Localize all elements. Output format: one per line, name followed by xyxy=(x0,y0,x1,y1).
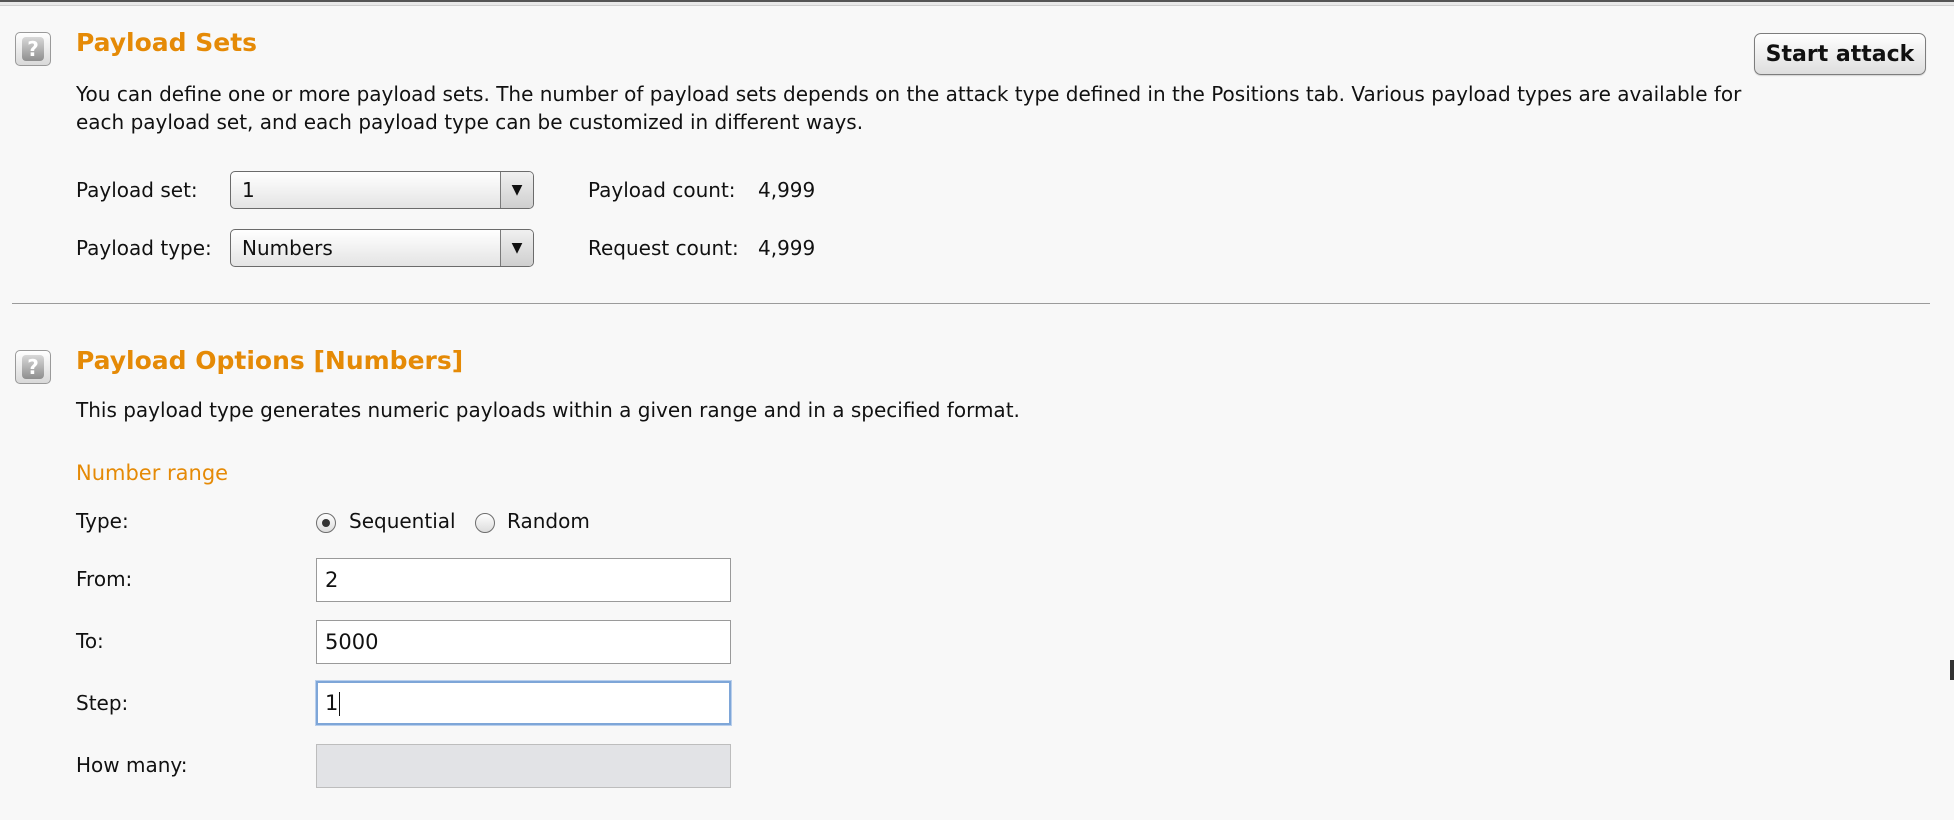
from-field[interactable] xyxy=(316,558,731,602)
payload-set-label: Payload set: xyxy=(76,178,198,202)
chevron-down-icon[interactable]: ▼ xyxy=(500,230,533,266)
window-edge-marker xyxy=(1950,660,1954,680)
text-cursor xyxy=(339,692,341,716)
from-label: From: xyxy=(76,567,133,591)
payload-options-description: This payload type generates numeric payl… xyxy=(76,398,1020,422)
section-divider xyxy=(12,303,1930,304)
question-mark-glyph: ? xyxy=(22,37,44,61)
help-icon[interactable]: ? xyxy=(15,350,51,384)
to-label: To: xyxy=(76,629,104,653)
payload-type-value: Numbers xyxy=(242,236,333,260)
payload-type-select[interactable]: Numbers ▼ xyxy=(230,229,534,267)
start-attack-button[interactable]: Start attack xyxy=(1754,33,1926,75)
type-label: Type: xyxy=(76,509,129,533)
number-range-subtitle: Number range xyxy=(76,461,229,485)
payload-options-title: Payload Options [Numbers] xyxy=(76,346,464,375)
help-icon[interactable]: ? xyxy=(15,32,51,66)
window-top-border xyxy=(0,0,1954,6)
step-value: 1 xyxy=(325,691,339,715)
question-mark-glyph: ? xyxy=(22,355,44,379)
request-count-label: Request count: xyxy=(588,236,739,260)
chevron-down-icon[interactable]: ▼ xyxy=(500,172,533,208)
how-many-label: How many: xyxy=(76,753,188,777)
payload-set-value: 1 xyxy=(242,178,255,202)
payload-set-select[interactable]: 1 ▼ xyxy=(230,171,534,209)
sequential-radio[interactable] xyxy=(316,513,336,533)
payload-sets-title: Payload Sets xyxy=(76,28,258,57)
request-count-value: 4,999 xyxy=(758,236,816,260)
payload-count-value: 4,999 xyxy=(758,178,816,202)
payload-sets-description: You can define one or more payload sets.… xyxy=(76,82,1742,134)
random-radio-label[interactable]: Random xyxy=(507,509,590,533)
step-field[interactable]: 1 xyxy=(316,681,731,725)
sequential-radio-label[interactable]: Sequential xyxy=(349,509,456,533)
payload-count-label: Payload count: xyxy=(588,178,736,202)
how-many-field xyxy=(316,744,731,788)
step-label: Step: xyxy=(76,691,129,715)
random-radio[interactable] xyxy=(475,513,495,533)
to-field[interactable] xyxy=(316,620,731,664)
payload-type-label: Payload type: xyxy=(76,236,212,260)
